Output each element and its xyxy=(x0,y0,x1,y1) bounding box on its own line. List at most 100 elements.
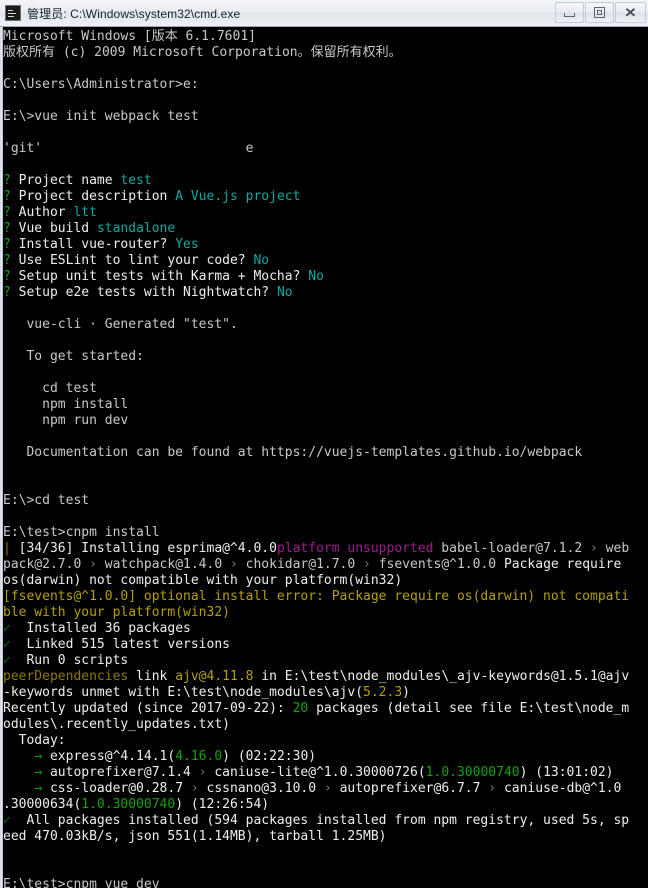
terminal-line: peerDependencies link ajv@4.11.8 in E:\t… xyxy=(3,669,648,685)
terminal-text: ? xyxy=(3,237,19,252)
terminal-text: -keywords unmet with E:\test\node_module… xyxy=(3,685,364,700)
terminal-text: ✓ xyxy=(3,621,19,636)
terminal-line: vue-cli · Generated "test". xyxy=(3,317,648,333)
terminal-line: 'git' e xyxy=(3,141,648,157)
terminal-text: caniuse-lite@^1.0.30000726( xyxy=(206,765,426,780)
terminal-text: ) (13:01:02) xyxy=(519,765,614,780)
terminal-text: pack@2.7.0 xyxy=(3,557,90,572)
terminal-line: → express@^4.14.1(4.16.0) (02:22:30) xyxy=(3,749,648,765)
terminal-text: css-loader@0.28.7 xyxy=(49,781,191,796)
terminal-text: npm install xyxy=(3,397,129,412)
terminal-text: Install vue-router? xyxy=(18,237,176,252)
terminal-text: ? xyxy=(3,269,19,284)
close-button[interactable]: ✕ xyxy=(615,1,646,23)
terminal-text: → xyxy=(3,781,50,796)
terminal-text: 1.0.30000740 xyxy=(425,765,520,780)
terminal-line: ble with your platform(win32) xyxy=(3,605,648,621)
terminal-line: ? Setup unit tests with Karma + Mocha? N… xyxy=(3,269,648,285)
terminal-line: ? Setup e2e tests with Nightwatch? No xyxy=(3,285,648,301)
terminal-text: watchpack@1.4.0 xyxy=(96,557,230,572)
terminal-text: › xyxy=(323,781,332,796)
terminal-line: pack@2.7.0 › watchpack@1.4.0 › chokidar@… xyxy=(3,557,648,573)
terminal-line: Documentation can be found at https://vu… xyxy=(3,445,648,461)
terminal-text: | xyxy=(3,541,19,556)
terminal-text: autoprefixer@7.1.4 xyxy=(49,765,199,780)
terminal-text: › xyxy=(190,781,199,796)
terminal-text: [34/36] Installing esprima@^4.0.0 xyxy=(18,541,277,556)
console-window: 管理员: C:\Windows\system32\cmd.exe ✕ Micro… xyxy=(0,0,648,888)
terminal-text: → xyxy=(3,749,50,764)
terminal-line: ? Install vue-router? Yes xyxy=(3,237,648,253)
terminal-text: ? xyxy=(3,221,19,236)
close-icon: ✕ xyxy=(624,4,637,20)
terminal-text: peerDependencies xyxy=(3,669,129,684)
terminal-text: chokidar@1.7.0 xyxy=(237,557,364,572)
terminal-text: E:\>cd test xyxy=(3,493,90,508)
terminal-line: ? Author ltt xyxy=(3,205,648,221)
terminal-text: ? xyxy=(3,253,19,268)
minimize-button[interactable] xyxy=(555,1,584,23)
terminal-text: No xyxy=(308,269,324,284)
terminal-line: [fsevents@^1.0.0] optional install error… xyxy=(3,589,648,605)
terminal-text: Run 0 scripts xyxy=(18,653,129,668)
terminal-text: › xyxy=(590,541,598,556)
terminal-text: os(darwin) not compatible with your plat… xyxy=(3,573,403,588)
title-bar: 管理员: C:\Windows\system32\cmd.exe ✕ xyxy=(0,0,648,27)
terminal-text: fsevents@^1.0.0 xyxy=(370,557,504,572)
terminal-line: E:\>vue init webpack test xyxy=(3,109,648,125)
terminal-text: packages (detail see file E:\test\node_m xyxy=(308,701,630,716)
terminal-text: standalone xyxy=(96,221,176,236)
terminal-text: 4.16.0 xyxy=(175,749,223,764)
terminal-text: All packages installed (594 packages ins… xyxy=(18,813,630,828)
terminal-text: Documentation can be found at https://vu… xyxy=(3,445,583,460)
terminal-output[interactable]: Microsoft Windows [版本 6.1.7601] 版权所有 (c) … xyxy=(3,27,648,888)
terminal-line: eed 470.03kB/s, json 551(1.14MB), tarbal… xyxy=(3,829,648,845)
terminal-line: npm install xyxy=(3,397,648,413)
terminal-line: odules\.recently_updates.txt) xyxy=(3,717,648,733)
terminal-text: npm run dev xyxy=(3,413,129,428)
terminal-text: Package require xyxy=(503,557,622,572)
minimize-icon xyxy=(564,12,575,17)
terminal-text: ? xyxy=(3,189,19,204)
terminal-line: ✓ Linked 515 latest versions xyxy=(3,637,648,653)
terminal-text: 5.2.3 xyxy=(363,685,403,700)
terminal-text: web xyxy=(597,541,630,556)
terminal-text: › xyxy=(198,765,207,780)
terminal-text: test xyxy=(120,173,152,188)
terminal-text: No xyxy=(276,285,293,300)
terminal-text: A Vue.js project xyxy=(175,189,301,204)
terminal-line: Microsoft Windows [版本 6.1.7601] xyxy=(3,29,648,45)
terminal-text: › xyxy=(488,781,497,796)
terminal-text: No xyxy=(253,253,270,268)
terminal-text: Project name xyxy=(18,173,121,188)
terminal-text: 1.0.30000740 xyxy=(81,797,176,812)
terminal-text: ✓ xyxy=(3,813,19,828)
terminal-text: Setup unit tests with Karma + Mocha? xyxy=(18,269,309,284)
terminal-line: ✓ Run 0 scripts xyxy=(3,653,648,669)
terminal-text: E:\>vue init webpack test xyxy=(3,109,199,124)
terminal-text: Microsoft Windows [版本 6.1.7601] xyxy=(3,29,256,44)
terminal-text: ) (02:22:30) xyxy=(222,749,317,764)
terminal-text: 'git' e xyxy=(3,141,254,156)
terminal-text: Use ESLint to lint your code? xyxy=(18,253,254,268)
terminal-text: eed 470.03kB/s, json 551(1.14MB), tarbal… xyxy=(3,829,387,844)
console-area: Microsoft Windows [版本 6.1.7601] 版权所有 (c) … xyxy=(0,27,648,888)
terminal-line: ? Project name test xyxy=(3,173,648,189)
terminal-text: E:\test>cnpm vue dev xyxy=(3,877,160,888)
terminal-text: Setup e2e tests with Nightwatch? xyxy=(18,285,277,300)
terminal-text: Project description xyxy=(18,189,176,204)
terminal-text: Recently updated (since 2017-09-22): xyxy=(3,701,293,716)
terminal-text: ajv@4.11.8 xyxy=(175,669,254,684)
restore-button[interactable] xyxy=(585,1,614,23)
terminal-text: › xyxy=(89,557,97,572)
terminal-text: To get started: xyxy=(3,349,144,364)
terminal-text: vue-cli · Generated "test". xyxy=(3,317,238,332)
window-title: 管理员: C:\Windows\system32\cmd.exe xyxy=(27,6,241,21)
restore-icon xyxy=(594,6,605,18)
terminal-text: link xyxy=(128,669,176,684)
